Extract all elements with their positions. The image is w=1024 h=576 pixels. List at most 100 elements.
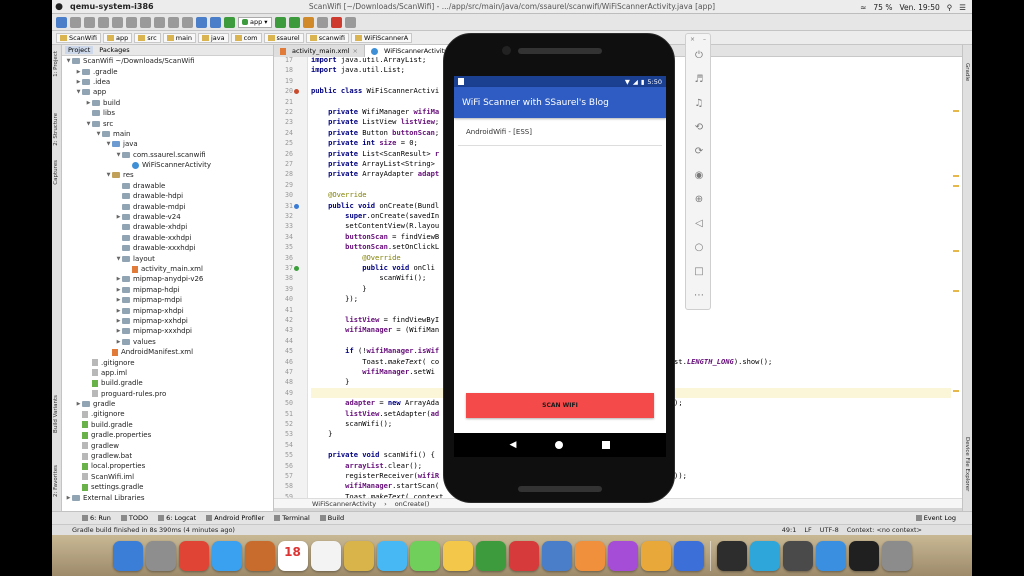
chevron-icon[interactable]: ▶ <box>115 328 122 334</box>
rotate-left-icon[interactable]: ⟲ <box>693 122 705 134</box>
tree-item[interactable]: drawable-xxhdpi <box>62 233 273 243</box>
tree-item[interactable]: ▶ External Libraries <box>62 492 273 502</box>
tree-item[interactable]: ▼ com.ssaurel.scanwifi <box>62 150 273 160</box>
breadcrumb-method[interactable]: onCreate() <box>395 500 430 508</box>
code-line[interactable]: setContentView(R.layou <box>311 221 439 231</box>
close-icon[interactable]: × <box>690 36 695 43</box>
tree-item[interactable]: ▶ build <box>62 98 273 108</box>
code-line[interactable]: listView.setAdapter(ad <box>311 409 439 419</box>
chevron-icon[interactable]: ▼ <box>75 89 82 95</box>
dock-app-icon[interactable] <box>848 540 879 571</box>
tree-item[interactable]: ▼ java <box>62 139 273 149</box>
tool-window-button[interactable]: Device File Explorer <box>964 437 970 491</box>
dock-app-icon[interactable] <box>607 540 638 571</box>
breadcrumb-item[interactable]: main <box>162 32 196 43</box>
chevron-icon[interactable]: ▼ <box>105 172 112 178</box>
tool-window-button[interactable]: 2: Favorites <box>53 465 59 497</box>
code-line[interactable]: } <box>311 284 366 294</box>
tree-item[interactable]: activity_main.xml <box>62 264 273 274</box>
code-line[interactable]: @Override <box>311 253 400 263</box>
chevron-icon[interactable]: ▼ <box>115 256 122 262</box>
code-line[interactable]: private ArrayList<String> <box>311 159 435 169</box>
battery-percent[interactable]: 75 % <box>873 3 892 12</box>
wifi-icon[interactable]: ≈ <box>860 3 866 12</box>
code-line[interactable]: wifiManager.startScan( <box>311 481 439 491</box>
breadcrumb-item[interactable]: scanwifi <box>305 32 350 43</box>
gutter-marker-icon[interactable] <box>294 203 299 209</box>
tab-packages[interactable]: Packages <box>99 46 129 54</box>
code-line[interactable]: arrayList.clear(); <box>311 461 422 471</box>
code-line[interactable]: listView = findViewByI <box>311 315 439 325</box>
close-tab-icon[interactable]: × <box>353 47 358 55</box>
paste-icon[interactable] <box>154 16 165 28</box>
code-line[interactable]: @Override <box>311 190 366 200</box>
tree-item[interactable]: ▶ mipmap-xhdpi <box>62 305 273 315</box>
chevron-icon[interactable]: ▼ <box>105 141 112 147</box>
replace-icon[interactable] <box>182 16 193 28</box>
code-line[interactable]: super.onCreate(savedIn <box>311 211 439 221</box>
tree-item[interactable]: WiFiScannerActivity <box>62 160 273 170</box>
dock-app-icon[interactable] <box>508 540 539 571</box>
power-icon[interactable]: ⏻ <box>693 50 705 62</box>
tool-window-button[interactable]: 2: Structure <box>53 113 59 146</box>
tree-item[interactable]: ▼ src <box>62 118 273 128</box>
home-nav-icon[interactable]: ○ <box>693 242 705 254</box>
search-icon[interactable]: ⚲ <box>947 3 953 12</box>
tree-item[interactable]: ▼ layout <box>62 253 273 263</box>
tree-item[interactable]: gradlew <box>62 440 273 450</box>
chevron-icon[interactable]: ▶ <box>115 214 122 220</box>
code-line[interactable]: buttonScan = findViewB <box>311 232 439 242</box>
scroll-marker[interactable] <box>953 185 959 187</box>
gutter-marker-icon[interactable] <box>294 266 299 271</box>
camera-icon[interactable]: ◉ <box>693 170 705 182</box>
sync-icon[interactable] <box>84 16 95 28</box>
tree-item[interactable]: build.gradle <box>62 420 273 430</box>
tree-item[interactable]: local.properties <box>62 461 273 471</box>
breadcrumb-item[interactable]: com <box>230 32 262 43</box>
breadcrumb-class[interactable]: WiFiScannerActivity <box>312 500 376 508</box>
tree-item[interactable]: ▶ drawable-v24 <box>62 212 273 222</box>
chevron-icon[interactable]: ▼ <box>85 121 92 127</box>
dock-app-icon[interactable] <box>409 540 440 571</box>
chevron-icon[interactable]: ▶ <box>115 287 122 293</box>
scan-wifi-button[interactable]: SCAN WIFI <box>466 393 654 418</box>
breadcrumb-item[interactable]: ScanWifi <box>56 32 101 43</box>
code-line[interactable]: private ArrayAdapter adapt <box>311 169 439 179</box>
find-icon[interactable] <box>168 16 179 28</box>
tree-item[interactable]: ▶ values <box>62 337 273 347</box>
tree-item[interactable]: .gitignore <box>62 357 273 367</box>
caret-position[interactable]: 49:1 <box>782 526 797 534</box>
chevron-icon[interactable]: ▶ <box>115 276 122 282</box>
tool-window-button[interactable]: Captures <box>53 160 59 185</box>
chevron-icon[interactable]: ▶ <box>115 318 122 324</box>
code-line[interactable]: }); <box>311 294 358 304</box>
stop-icon[interactable] <box>330 16 342 28</box>
tool-window-tab[interactable]: 6: Run <box>82 514 111 522</box>
tree-item[interactable]: ▼ app <box>62 87 273 97</box>
dock-app-icon[interactable]: 18 <box>277 540 308 571</box>
minimize-icon[interactable]: – <box>703 36 706 43</box>
scroll-marker[interactable] <box>953 175 959 177</box>
chevron-icon[interactable]: ▶ <box>115 339 122 345</box>
code-line[interactable]: import java.util.List; <box>311 65 405 75</box>
chevron-icon[interactable]: ▼ <box>95 131 102 137</box>
home-button-icon[interactable] <box>555 441 564 449</box>
editor-tab[interactable]: activity_main.xml × <box>274 45 365 57</box>
gutter-marker-icon[interactable] <box>294 89 299 95</box>
code-line[interactable]: } <box>311 377 349 387</box>
tree-item[interactable]: ▼ main <box>62 129 273 139</box>
volume-up-icon[interactable]: ♬ <box>693 74 705 86</box>
chevron-icon[interactable]: ▶ <box>85 100 92 106</box>
tree-item[interactable]: .gitignore <box>62 409 273 419</box>
tree-item[interactable]: ▶ mipmap-anydpi-v26 <box>62 274 273 284</box>
tool-window-tab[interactable]: Build <box>319 514 344 522</box>
list-item[interactable]: AndroidWifi - [ESS] <box>458 118 662 146</box>
tree-item[interactable]: ▶ .gradle <box>62 66 273 76</box>
breadcrumb-item[interactable]: src <box>134 32 161 43</box>
breadcrumb-item[interactable]: java <box>198 32 229 43</box>
tree-item[interactable]: proguard-rules.pro <box>62 389 273 399</box>
run-config-select[interactable]: app ▾ <box>238 16 272 28</box>
tree-item[interactable]: ScanWifi.iml <box>62 472 273 482</box>
sdk-manager-icon[interactable] <box>344 16 356 28</box>
back-icon[interactable] <box>196 16 207 28</box>
